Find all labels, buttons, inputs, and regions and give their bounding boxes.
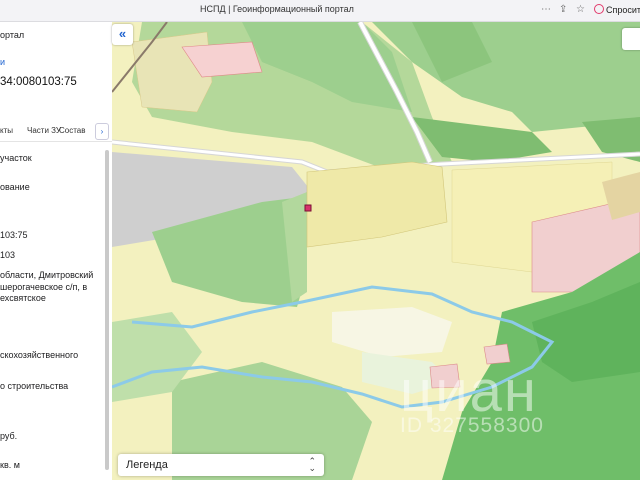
legend-label: Легенда xyxy=(126,459,168,471)
browser-title-bar: НСПД | Геоинформационный портал ⋯ ⇪ ☆ Сп… xyxy=(0,0,640,22)
panel-scrollbar[interactable] xyxy=(105,150,109,470)
field-value: руб. xyxy=(0,431,18,441)
page-title: НСПД | Геоинформационный портал xyxy=(200,4,354,14)
watermark-id: ID 327558300 xyxy=(400,414,544,437)
more-icon[interactable]: ⋯ xyxy=(541,4,551,15)
collapse-panel-button[interactable]: « xyxy=(112,24,133,45)
field-value: 103:75 xyxy=(0,230,28,240)
ai-icon xyxy=(594,4,604,14)
ask-ai-label: Спросить А xyxy=(606,5,640,15)
tab-objects[interactable]: кты xyxy=(0,126,13,135)
panel-header: ортал xyxy=(0,30,25,40)
address-line: области, Дмитровский xyxy=(0,270,94,280)
tabs-next-button[interactable]: › xyxy=(95,123,109,140)
panel-link-icon[interactable]: и xyxy=(0,57,5,67)
chevron-updown-icon: ⌃ ⌄ xyxy=(308,456,316,473)
bookmark-icon[interactable]: ☆ xyxy=(576,4,585,15)
field-value: скохозяйственного xyxy=(0,350,79,360)
tab-parts[interactable]: Части ЗУ xyxy=(27,126,61,135)
cadastral-number: 34:0080103:75 xyxy=(0,76,77,88)
legend-dropdown[interactable]: Легенда ⌃ ⌄ xyxy=(118,454,324,476)
share-icon[interactable]: ⇪ xyxy=(559,4,567,15)
map-canvas[interactable]: циан ID 327558300 xyxy=(112,22,640,480)
address-line: ехсвятское xyxy=(0,293,46,303)
field-value: кв. м xyxy=(0,460,20,470)
field-value: участок xyxy=(0,153,32,163)
field-value: о строительства xyxy=(0,381,69,391)
panel-tabs: кты Части ЗУ Состав › xyxy=(0,123,112,140)
address-line: шерогачевское с/п, в xyxy=(0,282,88,292)
tab-composition[interactable]: Состав xyxy=(59,126,86,135)
field-value: ование xyxy=(0,182,30,192)
ask-ai-button[interactable]: Спросить А xyxy=(594,4,640,15)
field-value: 103 xyxy=(0,250,16,260)
info-panel: ортал и 34:0080103:75 кты Части ЗУ Соста… xyxy=(0,22,113,480)
map-tool-button[interactable] xyxy=(622,28,640,50)
map-layer xyxy=(112,22,640,480)
divider xyxy=(0,141,112,142)
